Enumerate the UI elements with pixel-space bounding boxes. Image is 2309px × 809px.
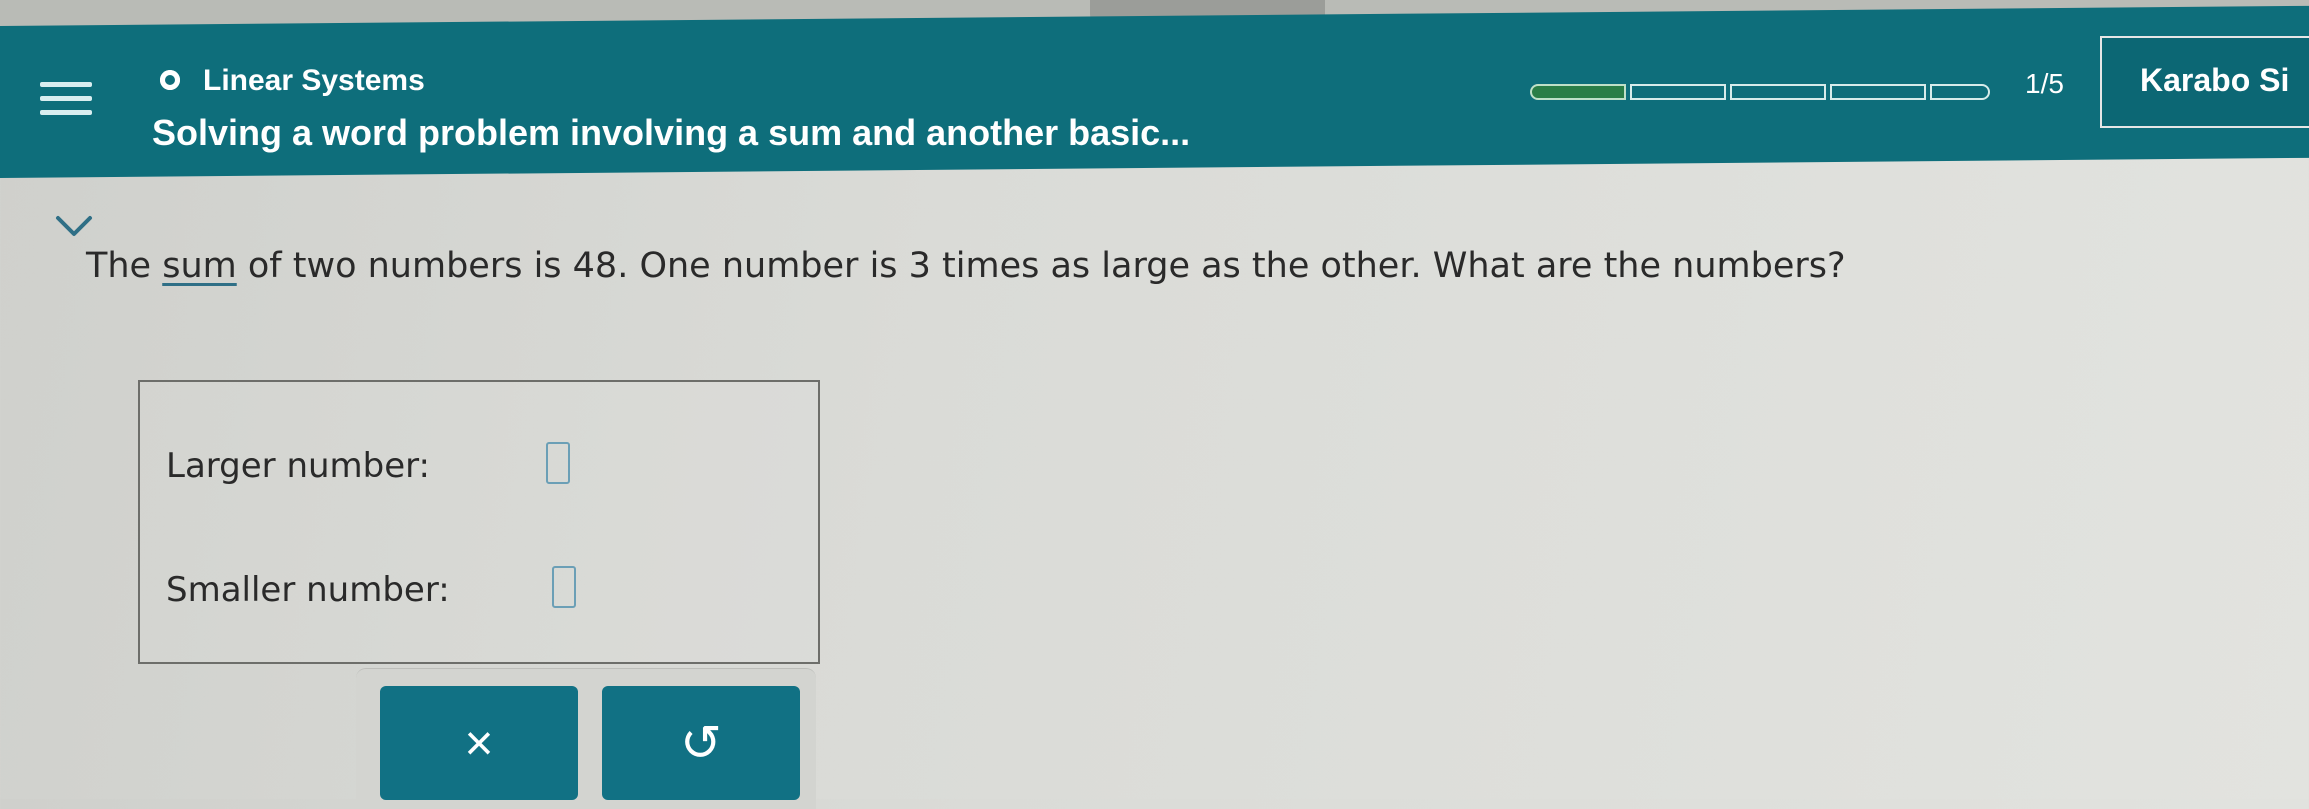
progress-count: 1/5 <box>2025 68 2064 99</box>
progress-segment-2 <box>1630 84 1726 100</box>
close-icon: × <box>464 715 494 771</box>
answer-panel <box>138 380 820 664</box>
hamburger-menu-icon[interactable] <box>40 82 92 128</box>
user-name: Karabo Si <box>2140 62 2290 98</box>
progress-bar <box>1530 84 1990 104</box>
topic-label: Linear Systems <box>203 64 425 97</box>
topic-radio-icon <box>160 70 180 90</box>
undo-button[interactable]: ↺ <box>602 686 800 800</box>
larger-number-input[interactable] <box>546 442 570 484</box>
question-text: The sum of two numbers is 48. One number… <box>86 246 1846 286</box>
glossary-term-sum[interactable]: sum <box>162 246 237 286</box>
smaller-number-input[interactable] <box>552 566 576 608</box>
smaller-number-label: Smaller number: <box>166 570 450 610</box>
question-pre: The <box>86 246 163 286</box>
question-post: of two numbers is 48. One number is 3 ti… <box>236 246 1846 286</box>
clear-answer-button[interactable]: × <box>380 686 578 800</box>
chevron-down-icon[interactable] <box>52 212 96 240</box>
undo-icon: ↺ <box>680 715 722 771</box>
progress-segment-1 <box>1530 84 1626 100</box>
progress-segment-5 <box>1930 84 1990 100</box>
progress-segment-4 <box>1830 84 1926 100</box>
problem-title: Solving a word problem involving a sum a… <box>152 112 1191 153</box>
progress-segment-3 <box>1730 84 1826 100</box>
larger-number-label: Larger number: <box>166 446 430 486</box>
